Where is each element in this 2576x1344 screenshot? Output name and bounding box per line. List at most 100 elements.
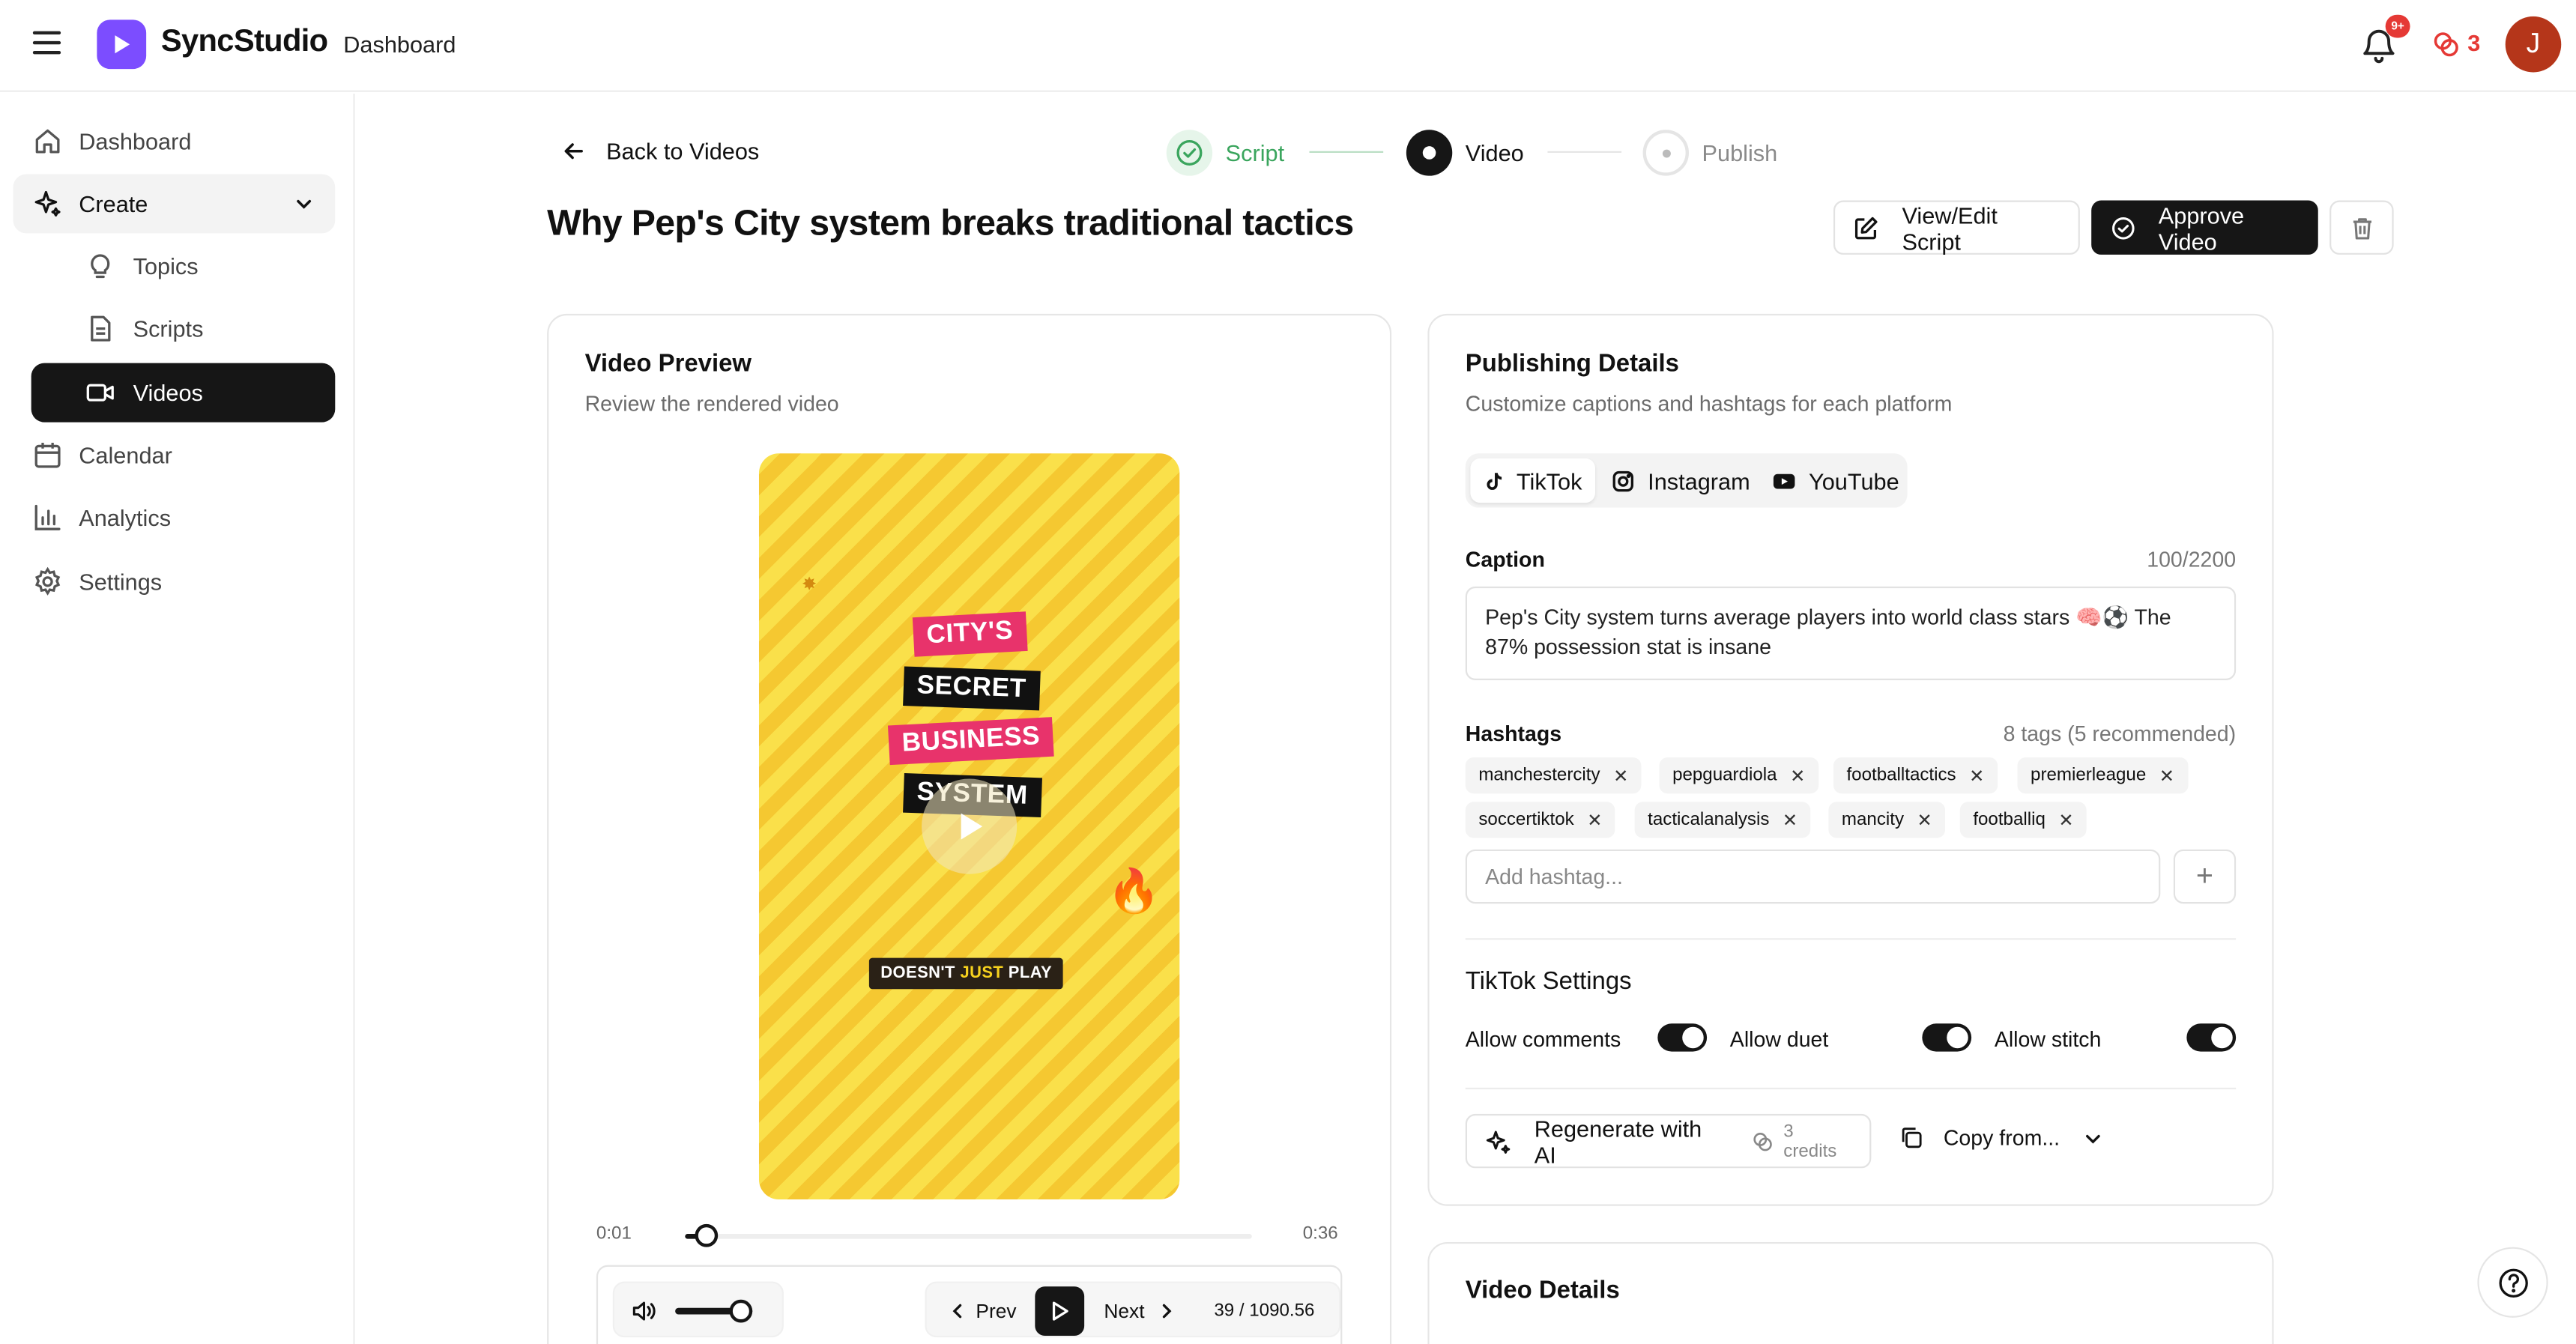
sidebar-item-scripts[interactable]: Scripts [13,299,336,358]
breadcrumb[interactable]: Dashboard [343,31,456,58]
sidebar-item-label: Scripts [133,315,204,342]
hashtag-chip: footballtactics ✕ [1833,757,1998,794]
close-icon[interactable]: ✕ [1587,809,1602,830]
top-header: SyncStudio Dashboard 9+ 3 J [0,0,2576,92]
approve-video-button[interactable]: Approve Video [2091,200,2318,255]
card-title: Video Details [1465,1277,1620,1305]
close-icon[interactable]: ✕ [1917,809,1932,830]
sidebar-item-settings[interactable]: Settings [13,552,336,611]
volume-control [612,1281,784,1338]
step-label: Script [1225,139,1285,166]
platform-tabs: TikTok Instagram YouTube [1465,453,1908,508]
hashtag-input[interactable]: Add hashtag... [1465,849,2161,904]
step-script[interactable]: Script [1166,130,1285,176]
sidebar-item-label: Videos [133,379,203,406]
back-label: Back to Videos [606,138,760,165]
logo-icon [97,19,147,70]
hashtag-chip: mancity ✕ [1828,802,1946,838]
card-subtitle: Review the rendered video [584,390,839,416]
credits-count[interactable]: 3 [2467,29,2480,55]
close-icon[interactable]: ✕ [1613,765,1628,786]
sidebar: Dashboard Create Topics Scripts Videos C… [0,94,355,1344]
sidebar-item-calendar[interactable]: Calendar [13,426,336,485]
tab-instagram[interactable]: Instagram [1598,458,1763,503]
setting-label: Allow duet [1729,1026,1829,1052]
regenerate-ai-button[interactable]: Regenerate with AI 3 credits [1465,1113,1872,1169]
hashtag-chip: tacticalanalysis ✕ [1634,802,1811,838]
play-button[interactable] [1035,1286,1085,1336]
view-edit-script-button[interactable]: View/Edit Script [1833,200,2080,255]
calendar-icon [34,443,61,468]
delete-button[interactable] [2329,200,2394,255]
volume-handle[interactable] [729,1299,753,1323]
step-connector [1547,151,1622,153]
trash-icon [2352,217,2371,239]
sidebar-item-topics[interactable]: Topics [13,237,336,296]
video-player[interactable]: ✸ CITY'S SECRET BUSINESS SYSTEM 🔥 DOESN'… [758,453,1180,1199]
close-icon[interactable]: ✕ [2058,809,2073,830]
close-icon[interactable]: ✕ [1969,765,1984,786]
overlay-line: BUSINESS [887,717,1055,766]
menu-icon[interactable] [32,31,61,55]
fire-icon: 🔥 [1107,865,1161,915]
card-title: Video Preview [584,350,752,378]
hashtag-chip: premierleague ✕ [2017,757,2188,794]
timeline-track[interactable] [685,1234,1252,1239]
caption-textarea[interactable]: Pep's City system turns average players … [1465,586,2237,680]
overlay-line: CITY'S [912,611,1028,657]
close-icon[interactable]: ✕ [1790,765,1805,786]
sidebar-item-label: Dashboard [79,128,192,155]
sidebar-item-analytics[interactable]: Analytics [13,488,336,547]
settings-title: TikTok Settings [1465,967,1632,996]
chevron-left-icon [952,1304,962,1319]
youtube-icon [1773,473,1795,488]
step-connector [1309,151,1384,153]
step-publish[interactable]: Publish [1642,130,1778,176]
instagram-icon [1612,470,1633,491]
sidebar-item-dashboard[interactable]: Dashboard [13,112,336,171]
play-icon [961,813,983,840]
step-label: Video [1465,139,1524,166]
add-hashtag-button[interactable]: + [2173,849,2237,904]
tab-youtube[interactable]: YouTube [1759,458,1912,503]
allow-duet-toggle[interactable] [1922,1023,1972,1052]
sidebar-item-label: Analytics [79,504,172,531]
step-video[interactable]: Video [1406,130,1524,176]
sidebar-item-label: Topics [133,252,199,279]
next-button[interactable]: Next [1104,1300,1174,1322]
setting-label: Allow stitch [1994,1026,2102,1052]
close-icon[interactable]: ✕ [1783,809,1798,830]
current-step-icon [1406,130,1453,176]
caption-label: Caption [1465,547,1545,572]
chevron-down-icon [2085,1133,2100,1143]
coins-icon[interactable] [2431,29,2461,58]
sidebar-item-videos[interactable]: Videos [31,363,336,423]
avatar[interactable]: J [2505,16,2562,73]
allow-stitch-toggle[interactable] [2186,1023,2237,1052]
arrow-left-icon [564,143,583,160]
tab-tiktok[interactable]: TikTok [1470,458,1596,503]
step-label: Publish [1702,139,1778,166]
timeline-handle[interactable] [695,1223,719,1247]
play-icon [1052,1301,1068,1321]
check-circle-icon [1166,130,1213,176]
volume-icon[interactable] [631,1298,657,1325]
close-icon[interactable]: ✕ [2159,765,2174,786]
edit-icon [1854,216,1878,239]
pending-step-icon [1642,130,1689,176]
allow-comments-toggle[interactable] [1657,1023,1708,1052]
card-title: Publishing Details [1465,350,1679,378]
back-to-videos-link[interactable]: Back to Videos [562,138,759,164]
gear-icon [34,566,61,596]
copy-from-dropdown[interactable]: Copy from... [1899,1125,2102,1150]
hashtags-meta: 8 tags (5 recommended) [2003,721,2237,746]
hashtag-chip: footballiq ✕ [1959,802,2087,838]
help-button[interactable] [2477,1247,2548,1318]
coins-icon [1753,1131,1772,1151]
home-icon [35,129,60,154]
sparkles-icon [1486,1130,1511,1153]
prev-button[interactable]: Prev [949,1300,1017,1322]
play-overlay-button[interactable] [922,778,1018,874]
sidebar-item-create[interactable]: Create [13,174,336,234]
chevron-down-icon[interactable] [292,193,315,216]
